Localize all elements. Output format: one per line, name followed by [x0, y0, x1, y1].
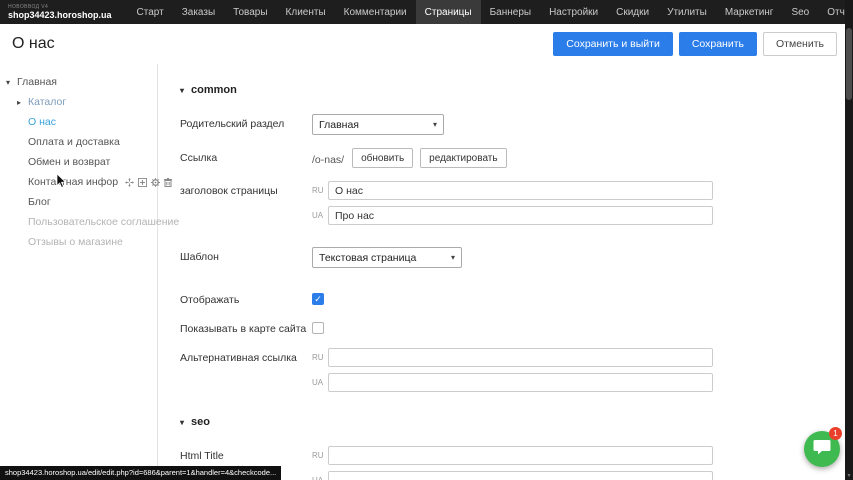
status-url: shop34423.horoshop.ua/edit/edit.php?id=6… — [0, 466, 281, 480]
move-icon[interactable] — [125, 178, 134, 187]
field-label: Показывать в карте сайта — [180, 319, 312, 335]
section-title: common — [191, 84, 237, 96]
field-label: Отображать — [180, 290, 312, 306]
tree-item-label: О нас — [28, 116, 56, 128]
caret-down-icon[interactable]: ▾ — [6, 78, 17, 87]
alt-link-row: Альтернативная ссылка RU UA — [180, 348, 853, 392]
select-value: Главная — [319, 119, 359, 131]
section-title: seo — [191, 416, 210, 428]
display-checkbox[interactable]: ✓ — [312, 293, 324, 305]
menu-item-seo[interactable]: Seo — [782, 0, 818, 24]
menu-item-start[interactable]: Старт — [128, 0, 173, 24]
section-seo[interactable]: ▾ seo — [180, 416, 853, 428]
lang-tag-ua: UA — [312, 378, 328, 387]
body: ▾ Главная ▸ Каталог О нас Оплата и доста… — [0, 64, 853, 480]
menu-item-products[interactable]: Товары — [224, 0, 276, 24]
tree-item-label: Пользовательское соглашение — [28, 216, 179, 228]
tree-item-label: Оплата и доставка — [28, 136, 120, 148]
menu-item-utilities[interactable]: Утилиты — [658, 0, 716, 24]
html-title-ru-input[interactable] — [328, 446, 713, 465]
lang-tag-ua: UA — [312, 476, 328, 480]
edit-link-button[interactable]: редактировать — [420, 148, 506, 168]
tree-item-reviews[interactable]: Отзывы о магазине — [0, 232, 157, 252]
field-label: Родительский раздел — [180, 114, 312, 130]
sitemap-row: Показывать в карте сайта — [180, 319, 853, 335]
page-title-ru-input[interactable] — [328, 181, 713, 200]
template-row: Шаблон Текстовая страница ▾ — [180, 247, 853, 268]
unread-badge: 1 — [829, 427, 842, 440]
tree-item-label: Блог — [28, 196, 51, 208]
display-row: Отображать ✓ — [180, 290, 853, 306]
parent-section-select[interactable]: Главная ▾ — [312, 114, 444, 135]
select-value: Текстовая страница — [319, 252, 416, 264]
page-title: О нас — [12, 35, 55, 53]
chat-icon — [813, 439, 831, 460]
tree-item-contact-info[interactable]: Контактная инфор — [0, 172, 157, 192]
link-value: /o-nas/ — [312, 150, 344, 166]
scrollbar-thumb[interactable] — [846, 28, 852, 100]
page-title-row: заголовок страницы RU UA — [180, 181, 853, 225]
tree-item-about[interactable]: О нас — [0, 112, 157, 132]
logo[interactable]: НОВОВВОД V4 shop34423.horoshop.ua — [8, 5, 112, 20]
main-menu: Старт Заказы Товары Клиенты Комментарии … — [128, 0, 853, 24]
page-title-ua-input[interactable] — [328, 206, 713, 225]
chevron-down-icon: ▾ — [433, 120, 437, 129]
field-label: Шаблон — [180, 247, 312, 263]
menu-item-banners[interactable]: Баннеры — [481, 0, 540, 24]
tree-item-terms[interactable]: Пользовательское соглашение — [0, 212, 157, 232]
add-icon[interactable] — [138, 178, 147, 187]
parent-section-row: Родительский раздел Главная ▾ — [180, 114, 853, 135]
page-header: О нас Сохранить и выйти Сохранить Отмени… — [0, 24, 853, 64]
menu-item-orders[interactable]: Заказы — [173, 0, 224, 24]
scrollbar-track[interactable]: ▾ — [845, 0, 853, 480]
chat-button[interactable]: 1 — [804, 431, 840, 467]
tree-item-payment-delivery[interactable]: Оплата и доставка — [0, 132, 157, 152]
lang-tag-ru: RU — [312, 451, 328, 460]
link-row: Ссылка /o-nas/ обновить редактировать — [180, 148, 853, 168]
field-label: заголовок страницы — [180, 181, 312, 197]
tree-item-label: Главная — [17, 76, 57, 88]
lang-tag-ua: UA — [312, 211, 328, 220]
tree-item-label: Отзывы о магазине — [28, 236, 123, 248]
menu-item-comments[interactable]: Комментарии — [335, 0, 416, 24]
scroll-down-icon[interactable]: ▾ — [845, 472, 853, 479]
tree-item-catalog[interactable]: ▸ Каталог — [0, 92, 157, 112]
cancel-button[interactable]: Отменить — [763, 32, 837, 56]
chevron-down-icon: ▾ — [451, 253, 455, 262]
caret-right-icon[interactable]: ▸ — [17, 98, 28, 107]
tree-item-blog[interactable]: Блог — [0, 192, 157, 212]
alt-link-ru-input[interactable] — [328, 348, 713, 367]
caret-down-icon: ▾ — [180, 418, 184, 427]
logo-small-text: НОВОВВОД V4 — [8, 5, 112, 10]
tree-item-home[interactable]: ▾ Главная — [0, 72, 157, 92]
section-common[interactable]: ▾ common — [180, 84, 853, 96]
template-select[interactable]: Текстовая страница ▾ — [312, 247, 462, 268]
pages-tree-sidebar: ▾ Главная ▸ Каталог О нас Оплата и доста… — [0, 64, 158, 480]
field-label: Ссылка — [180, 148, 312, 164]
menu-item-discounts[interactable]: Скидки — [607, 0, 658, 24]
sitemap-checkbox[interactable] — [312, 322, 324, 334]
menu-item-clients[interactable]: Клиенты — [277, 0, 335, 24]
alt-link-ua-input[interactable] — [328, 373, 713, 392]
menu-item-settings[interactable]: Настройки — [540, 0, 607, 24]
tree-item-exchange-return[interactable]: Обмен и возврат — [0, 152, 157, 172]
lang-tag-ru: RU — [312, 353, 328, 362]
tree-item-label: Обмен и возврат — [28, 156, 110, 168]
update-link-button[interactable]: обновить — [352, 148, 413, 168]
menu-item-marketing[interactable]: Маркетинг — [716, 0, 783, 24]
header-actions: Сохранить и выйти Сохранить Отменить — [553, 32, 837, 56]
save-button[interactable]: Сохранить — [679, 32, 757, 56]
tree-item-label: Каталог — [28, 96, 66, 108]
lang-tag-ru: RU — [312, 186, 328, 195]
tree-item-label: Контактная инфор — [28, 176, 118, 188]
page-edit-form: ▾ common Родительский раздел Главная ▾ С… — [158, 64, 853, 480]
field-label: Альтернативная ссылка — [180, 348, 312, 364]
logo-domain-text: shop34423.horoshop.ua — [8, 11, 112, 20]
topbar: НОВОВВОД V4 shop34423.horoshop.ua Старт … — [0, 0, 853, 24]
save-and-exit-button[interactable]: Сохранить и выйти — [553, 32, 673, 56]
menu-item-pages[interactable]: Страницы — [416, 0, 481, 24]
field-label-text: Html Title — [180, 450, 224, 462]
html-title-ua-input[interactable] — [328, 471, 713, 480]
caret-down-icon: ▾ — [180, 86, 184, 95]
